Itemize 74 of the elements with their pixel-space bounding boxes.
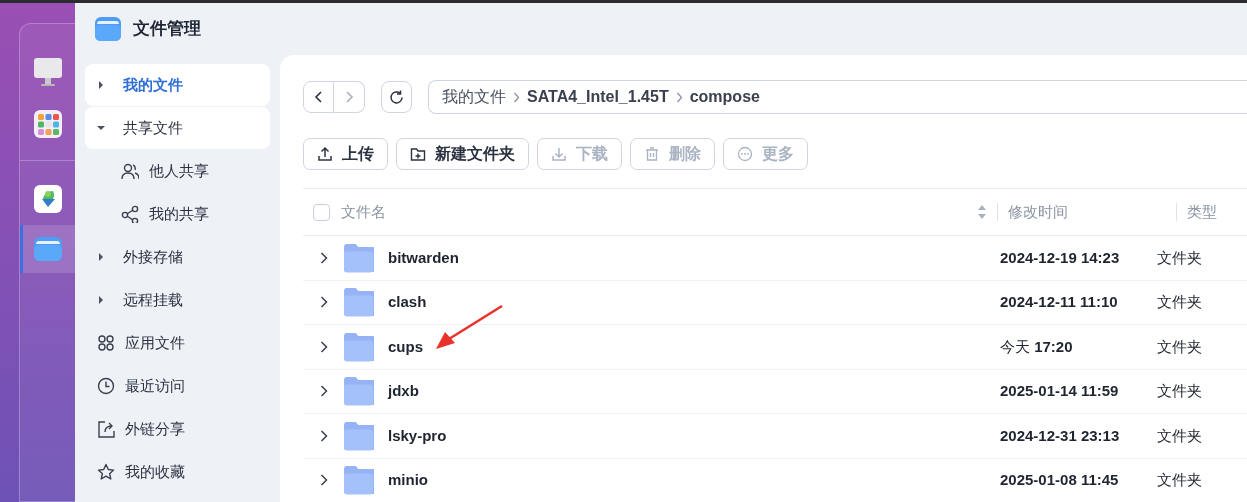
apps-icon [97, 334, 115, 352]
sidebar-item[interactable]: 他人共享 [85, 150, 270, 192]
star-icon [97, 463, 115, 481]
clock-icon [97, 377, 115, 395]
folder-icon[interactable] [32, 235, 63, 263]
toolbar-button[interactable]: 新建文件夹 [396, 138, 529, 170]
file-name[interactable]: bitwarden [388, 246, 989, 269]
modified-time: 2024-12-31 23:13 [999, 425, 1121, 446]
sidebar-item[interactable]: 最近访问 [85, 365, 270, 407]
app-logo-icon [95, 16, 121, 42]
sidebar-item[interactable]: 共享文件 [85, 107, 270, 149]
file-name[interactable]: jdxb [388, 380, 989, 403]
file-type: 文件夹 [1157, 381, 1202, 401]
sidebar-item[interactable]: 我的收藏 [85, 451, 270, 493]
sidebar-item[interactable]: 远程挂载 [85, 279, 270, 321]
file-type: 文件夹 [1157, 336, 1202, 357]
people-icon [121, 162, 139, 180]
modified-time: 2024-12-19 14:23 [999, 247, 1121, 268]
file-type: 文件夹 [1157, 292, 1202, 312]
more-icon [737, 146, 753, 162]
chevron-right-icon [675, 91, 683, 103]
refresh-button[interactable] [381, 81, 412, 113]
expand-chevron-icon[interactable] [320, 296, 328, 309]
sidebar-item[interactable]: 应用文件 [85, 322, 270, 364]
folder-icon [343, 242, 374, 273]
chevron-right-icon [345, 91, 353, 103]
sidebar-item[interactable]: 外链分享 [85, 408, 270, 450]
caret-right-icon [97, 81, 105, 89]
chevron-right-icon [513, 91, 520, 103]
file-name[interactable]: clash [388, 291, 989, 314]
caret-right-icon [97, 253, 105, 261]
download-icon [551, 146, 567, 162]
toolbar-button[interactable]: 上传 [303, 138, 388, 170]
modified-time: 2025-01-08 11:45 [999, 470, 1120, 490]
sidebar-item[interactable]: 外接存储 [85, 236, 270, 278]
refresh-icon [388, 88, 405, 106]
app-icon[interactable] [33, 185, 62, 213]
caret-down-icon [97, 124, 105, 132]
select-all-checkbox[interactable] [313, 203, 330, 221]
file-type: 文件夹 [1157, 247, 1202, 268]
app-title: 文件管理 [133, 18, 201, 41]
file-name[interactable]: minio [388, 469, 989, 492]
folder-icon [343, 465, 374, 496]
back-button[interactable] [303, 81, 334, 113]
folder-plus-icon [410, 146, 426, 162]
folder-icon [343, 376, 374, 407]
expand-chevron-icon[interactable] [320, 385, 328, 398]
modified-time: 2025-01-14 11:59 [999, 381, 1120, 401]
chevron-left-icon [314, 91, 322, 103]
folder-icon [343, 420, 374, 451]
trash-icon [644, 146, 660, 162]
upload-icon [317, 146, 333, 162]
folder-icon [343, 287, 374, 318]
expand-chevron-icon[interactable] [320, 340, 328, 353]
breadcrumb-link[interactable]: 我的文件 [442, 85, 506, 109]
share-icon [121, 205, 139, 223]
expand-chevron-icon[interactable] [320, 474, 328, 487]
modified-time: 2024-12-11 11:10 [999, 292, 1119, 312]
expand-chevron-icon[interactable] [320, 429, 328, 442]
file-name[interactable]: lsky-pro [388, 424, 989, 447]
modified-time: 今天 17:20 [999, 336, 1074, 357]
external-link-icon [97, 420, 115, 438]
app-grid-icon[interactable] [33, 110, 62, 138]
file-type: 文件夹 [1157, 425, 1202, 446]
breadcrumb-link[interactable]: compose [689, 85, 760, 109]
breadcrumb-link[interactable]: SATA4_Intel_1.45T [527, 85, 669, 109]
file-name[interactable]: cups [388, 335, 989, 358]
folder-icon [343, 331, 374, 362]
sidebar-item[interactable]: 我的共享 [85, 193, 270, 235]
monitor-icon[interactable] [32, 56, 63, 88]
file-type: 文件夹 [1157, 470, 1202, 490]
expand-chevron-icon[interactable] [320, 251, 328, 264]
caret-right-icon [97, 296, 105, 304]
sidebar-item[interactable]: 我的文件 [85, 64, 270, 106]
